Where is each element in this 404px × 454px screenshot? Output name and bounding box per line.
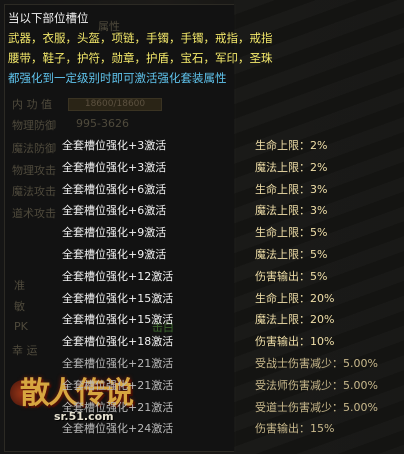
set-bonus-value: 魔法上限：3% xyxy=(255,204,328,218)
set-requirement: 全套槽位强化+3激活 xyxy=(62,139,167,152)
set-bonus-row: 全套槽位强化+6激活 生命上限：3% xyxy=(0,178,404,200)
set-bonus-row: 全套槽位强化+18激活 伤害输出：10% xyxy=(0,330,404,352)
set-requirement: 全套槽位强化+6激活 xyxy=(62,182,167,196)
set-bonus-value: 生命上限：5% xyxy=(255,226,328,240)
set-bonus-row: 全套槽位强化+9激活 魔法上限：5% xyxy=(0,243,404,265)
hp-bar: 18600/18600 xyxy=(68,98,162,111)
set-requirement: 全套槽位强化+15激活 xyxy=(62,291,174,305)
set-requirement: 全套槽位强化+15激活 xyxy=(62,313,174,327)
set-bonus-value: 生命上限：20% xyxy=(255,291,335,305)
set-bonus-row: 全套槽位强化+6激活 魔法上限：3% xyxy=(0,199,404,221)
hp-label: 内 功 值 xyxy=(12,98,52,111)
set-bonus-value: 魔法上限：5% xyxy=(255,248,328,261)
set-bonus-value: 伤害输出：10% xyxy=(255,335,335,349)
set-bonus-value: 伤害输出：5% xyxy=(255,269,328,283)
set-bonus-value: 受道士伤害减少：5.00% xyxy=(255,400,378,414)
set-requirement: 全套槽位强化+18激活 xyxy=(62,335,174,349)
set-requirement: 全套槽位强化+6激活 xyxy=(62,204,167,218)
set-bonus-value: 受法师伤害减少：5.00% xyxy=(255,378,378,392)
set-bonus-row: 全套槽位强化+9激活 生命上限：5% xyxy=(0,221,404,243)
set-bonus-value: 伤害输出：15% xyxy=(255,422,335,436)
set-bonus-value: 魔法上限：2% xyxy=(255,160,328,174)
set-requirement: 全套槽位强化+21激活 xyxy=(62,378,174,392)
set-requirement: 全套槽位强化+12激活 xyxy=(62,269,174,283)
set-bonus-row: 全套槽位强化+21激活 受道士伤害减少：5.00% xyxy=(0,396,404,418)
set-bonus-value: 受战士伤害减少：5.00% xyxy=(255,357,378,370)
activation-note: 都强化到一定级别时即可激活强化套装属性 xyxy=(8,71,227,85)
set-bonus-value: 魔法上限：20% xyxy=(255,313,335,327)
set-bonus-row: 全套槽位强化+3激活 生命上限：2% xyxy=(0,134,404,156)
tooltip-header: 当以下部位槽位 武器，衣服，头盔，项链，手镯，手镯，戒指，戒指 腰带，鞋子，护符… xyxy=(8,8,273,88)
set-bonus-row: 全套槽位强化+24激活 伤害输出：15% xyxy=(0,417,404,439)
set-bonus-row: 全套槽位强化+15激活 魔法上限：20% xyxy=(0,308,404,330)
set-bonus-row: 全套槽位强化+21激活 受战士伤害减少：5.00% xyxy=(0,352,404,374)
set-bonus-value: 生命上限：3% xyxy=(255,182,328,196)
set-requirement: 全套槽位强化+21激活 xyxy=(62,357,174,370)
tooltip-title: 当以下部位槽位 xyxy=(8,11,89,25)
set-bonus-row: 全套槽位强化+12激活 伤害输出：5% xyxy=(0,265,404,287)
set-requirement: 全套槽位强化+3激活 xyxy=(62,160,167,174)
set-bonus-row: 全套槽位强化+3激活 魔法上限：2% xyxy=(0,156,404,178)
set-requirement: 全套槽位强化+9激活 xyxy=(62,226,167,240)
phys-def-value: 995-3626 xyxy=(76,117,129,130)
set-bonus-row: 全套槽位强化+21激活 受法师伤害减少：5.00% xyxy=(0,374,404,396)
set-bonus-value: 生命上限：2% xyxy=(255,139,328,152)
set-requirement: 全套槽位强化+24激活 xyxy=(62,422,174,436)
slots-line-2: 腰带，鞋子，护符，勋章，护盾，宝石，军印，圣珠 xyxy=(8,51,273,65)
set-bonus-row: 全套槽位强化+15激活 生命上限：20% xyxy=(0,287,404,309)
set-requirement: 全套槽位强化+21激活 xyxy=(62,400,174,414)
phys-def-label: 物理防御 xyxy=(12,119,56,132)
set-requirement: 全套槽位强化+9激活 xyxy=(62,248,167,261)
slots-line-1: 武器，衣服，头盔，项链，手镯，手镯，戒指，戒指 xyxy=(8,31,273,45)
